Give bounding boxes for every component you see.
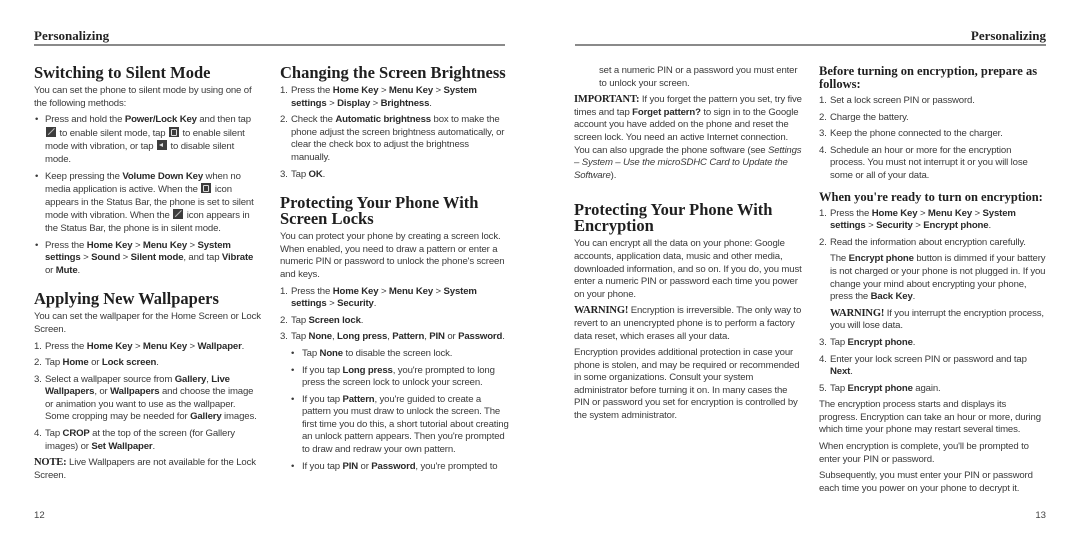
section-ready-encryption: When you're ready to turn on encryption:… <box>819 189 1047 496</box>
warning-note: WARNING! Encryption is irreversible. The… <box>574 305 802 342</box>
list-item: 3. Tap OK. <box>280 168 326 180</box>
vibrate-mode-icon <box>169 126 180 137</box>
section-encryption: Protecting Your Phone With Encryption Yo… <box>574 202 803 422</box>
numbered-list: 1. Set a lock screen PIN or password. 2. C… <box>819 95 1047 183</box>
section-title: Protecting Your Phone With Encryption <box>574 200 773 236</box>
list-item: 4. Enter your lock screen PIN or password… <box>819 353 1027 378</box>
list-item: 3. Tap Encrypt phone. <box>819 336 916 348</box>
step-note: The Encrypt phone button is dimmed if yo… <box>830 253 1046 303</box>
list-item: Press the Home Key > Menu Key > System s… <box>34 240 262 278</box>
section-silent-mode: Switching to Silent Mode You can set the… <box>34 63 262 277</box>
section-title: Changing the Screen Brightness <box>280 63 506 82</box>
section-title: Applying New Wallpapers <box>34 289 219 309</box>
column-3: set a numeric PIN or a password you must… <box>574 65 803 427</box>
vibrate-mode-icon <box>201 183 212 194</box>
list-item: 2. Read the information about encryption … <box>819 236 1046 332</box>
section-wallpapers: Applying New Wallpapers You can set the … <box>34 291 262 482</box>
list-item: 4. Schedule an hour or more for the encry… <box>819 144 1028 181</box>
silent-mode-icon <box>46 126 56 137</box>
subsection-title: When you're ready to turn on encryption: <box>819 189 1043 204</box>
list-item: Tap None to disable the screen lock. <box>280 348 510 361</box>
list-item: 3. Select a wallpaper source from Gallery… <box>34 373 257 423</box>
list-item: 1. Set a lock screen PIN or password. <box>819 95 975 106</box>
page-number-right: 13 <box>1035 510 1046 521</box>
header-rule-left <box>34 44 505 46</box>
column-4: Before turning on encryption, prepare as… <box>819 65 1047 499</box>
numbered-list: 1. Press the Home Key > Menu Key > System… <box>280 85 510 181</box>
list-item: 3. Keep the phone connected to the charge… <box>819 128 1003 140</box>
list-item: If you tap PIN or Password, you're promp… <box>280 461 510 474</box>
silent-mode-icon <box>173 209 184 220</box>
sub-bullet-list: Tap None to disable the screen lock. If … <box>280 348 510 473</box>
bullet-list: Press and hold the Power/Lock Key and th… <box>34 114 262 277</box>
list-item: 4. Tap CROP at the top of the screen (for… <box>34 428 235 452</box>
note: NOTE: Live Wallpapers are not available … <box>34 457 256 481</box>
list-item: If you tap Pattern, you're guided to cre… <box>280 394 510 457</box>
numbered-list: 1. Press the Home Key > Menu Key > System… <box>280 286 510 474</box>
list-item: 2. Check the Automatic brightness box to … <box>280 114 505 163</box>
list-item: 1. Press the Home Key > Menu Key > System… <box>280 285 477 310</box>
list-item: 5. Tap Encrypt phone again. <box>819 382 941 394</box>
list-item: 1. Press the Home Key > Menu Key > Wallpa… <box>34 340 245 352</box>
paragraph: The encryption process starts and displa… <box>819 399 1041 436</box>
numbered-list: 1. Press the Home Key > Menu Key > Wallpa… <box>34 341 262 454</box>
numbered-list: 1. Press the Home Key > Menu Key > System… <box>819 208 1047 396</box>
paragraph: You can set the phone to silent mode by … <box>34 85 252 109</box>
list-item: 2. Charge the battery. <box>819 111 909 123</box>
column-2: Changing the Screen Brightness 1. Press t… <box>280 63 510 477</box>
paragraph: You can encrypt all the data on your pho… <box>574 238 802 300</box>
running-head-left: Personalizing <box>34 28 110 43</box>
section-brightness: Changing the Screen Brightness 1. Press t… <box>280 63 510 181</box>
list-item: 1. Press the Home Key > Menu Key > System… <box>819 207 1016 232</box>
header-rule-right <box>575 44 1046 46</box>
sound-on-icon <box>156 140 167 151</box>
list-item: 3. Tap None, Long press, Pattern, PIN or … <box>280 331 510 473</box>
paragraph: Encryption provides additional protectio… <box>574 347 800 422</box>
paragraph: You can protect your phone by creating a… <box>280 231 505 280</box>
list-item: Keep pressing the Volume Down Key when n… <box>34 171 262 236</box>
list-item: 1. Press the Home Key > Menu Key > System… <box>280 85 477 109</box>
running-head-right: Personalizing <box>970 28 1046 43</box>
page-number-left: 12 <box>34 510 45 521</box>
paragraph: When encryption is complete, you'll be p… <box>819 441 1029 465</box>
subsection-title: Before turning on encryption, prepare as… <box>819 64 1038 91</box>
section-title: Switching to Silent Mode <box>34 63 211 82</box>
list-item: Press and hold the Power/Lock Key and th… <box>34 114 262 166</box>
paragraph: You can set the wallpaper for the Home S… <box>34 311 261 335</box>
paragraph-continued: set a numeric PIN or a password you must… <box>599 65 798 89</box>
section-before-encryption: Before turning on encryption, prepare as… <box>819 65 1047 183</box>
warning-note: WARNING! If you interrupt the encryption… <box>830 307 1044 332</box>
list-item: 2. Tap Home or Lock screen. <box>34 357 159 369</box>
section-title: Protecting Your Phone With Screen Locks <box>280 193 479 229</box>
list-item: If you tap Long press, you're prompted t… <box>280 365 510 390</box>
paragraph: Subsequently, you must enter your PIN or… <box>819 470 1033 494</box>
column-1: Switching to Silent Mode You can set the… <box>34 63 262 486</box>
important-note: IMPORTANT: If you forget the pattern you… <box>574 94 802 181</box>
section-screen-locks: Protecting Your Phone With Screen Locks … <box>280 193 510 474</box>
list-item: 2. Tap Screen lock. <box>280 314 364 326</box>
